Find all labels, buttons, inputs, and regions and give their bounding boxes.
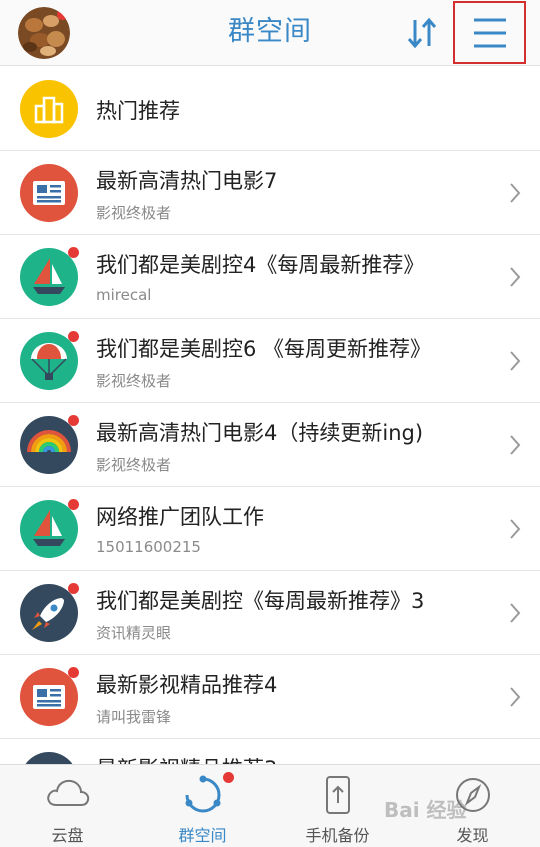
chevron-right-icon <box>510 267 521 287</box>
tab-cloud-disk[interactable]: 云盘 <box>0 765 135 847</box>
rainbow-icon <box>20 415 79 474</box>
group-title: 最新高清热门电影7 <box>96 169 278 193</box>
rocket-icon <box>20 583 79 642</box>
tab-label: 发现 <box>456 826 489 845</box>
group-title: 最新高清热门电影4（持续更新ing) <box>96 421 424 445</box>
cloud-icon <box>46 779 89 806</box>
tab-label: 云盘 <box>51 826 84 845</box>
chevron-right-icon <box>510 435 521 455</box>
tab-group-space[interactable]: 群空间 <box>135 765 270 847</box>
hot-recommend-row[interactable]: 热门推荐 <box>0 67 540 151</box>
sailboat-icon <box>20 247 79 306</box>
group-owner: 资讯精灵眼 <box>96 624 172 642</box>
group-owner: 15011600215 <box>96 538 201 556</box>
group-space-badge <box>223 772 234 783</box>
list-item[interactable]: 我们都是美剧控4《每周最新推荐》 mirecal <box>0 235 540 319</box>
group-title: 我们都是美剧控《每周最新推荐》3 <box>96 589 425 613</box>
group-owner: 影视终极者 <box>96 456 172 474</box>
group-owner: 请叫我雷锋 <box>96 708 172 726</box>
list-item[interactable]: 最新高清热门电影7 影视终极者 <box>0 151 540 235</box>
watermark: Bai 经验 <box>384 798 467 822</box>
group-title: 我们都是美剧控4《每周最新推荐》 <box>96 253 425 277</box>
list-item[interactable]: 最新影视精品推荐4 请叫我雷锋 <box>0 655 540 739</box>
chevron-right-icon <box>510 351 521 371</box>
chevron-right-icon <box>510 603 521 623</box>
chevron-right-icon <box>510 687 521 707</box>
unread-badge <box>68 331 79 342</box>
tab-label: 手机备份 <box>305 826 370 845</box>
building-chart-icon <box>20 80 78 138</box>
unread-badge <box>68 415 79 426</box>
unread-badge <box>68 499 79 510</box>
unread-badge <box>68 667 79 678</box>
list-item[interactable]: 最新高清热门电影4（持续更新ing) 影视终极者 <box>0 403 540 487</box>
newspaper-icon <box>20 164 78 222</box>
parachute-icon <box>20 331 79 390</box>
list-item[interactable]: 我们都是美剧控《每周最新推荐》3 资讯精灵眼 <box>0 571 540 655</box>
chevron-right-icon <box>510 519 521 539</box>
sort-icon[interactable] <box>402 14 442 52</box>
unread-badge <box>68 247 79 258</box>
unread-badge <box>68 583 79 594</box>
group-owner: mirecal <box>96 286 152 304</box>
top-bar: 群空间 <box>0 0 540 66</box>
hamburger-menu-icon[interactable] <box>453 1 526 64</box>
tab-label: 群空间 <box>178 826 227 845</box>
group-owner: 影视终极者 <box>96 204 172 222</box>
hot-recommend-label: 热门推荐 <box>96 99 180 123</box>
newspaper-icon <box>20 667 79 726</box>
group-title: 网络推广团队工作 <box>96 505 264 529</box>
list-item[interactable]: 我们都是美剧控6 《每周更新推荐》 影视终极者 <box>0 319 540 403</box>
group-title: 我们都是美剧控6 《每周更新推荐》 <box>96 337 432 361</box>
sailboat-icon <box>20 499 79 558</box>
list-item[interactable]: 网络推广团队工作 15011600215 <box>0 487 540 571</box>
group-owner: 影视终极者 <box>96 372 172 390</box>
chevron-right-icon <box>510 183 521 203</box>
group-list: 热门推荐 最新高清热门电影7 影视终极者 我们都是美剧控4《每周最新推荐》 mi… <box>0 67 540 823</box>
phone-backup-icon <box>325 776 350 814</box>
group-space-icon <box>185 775 220 813</box>
group-title: 最新影视精品推荐4 <box>96 673 278 697</box>
